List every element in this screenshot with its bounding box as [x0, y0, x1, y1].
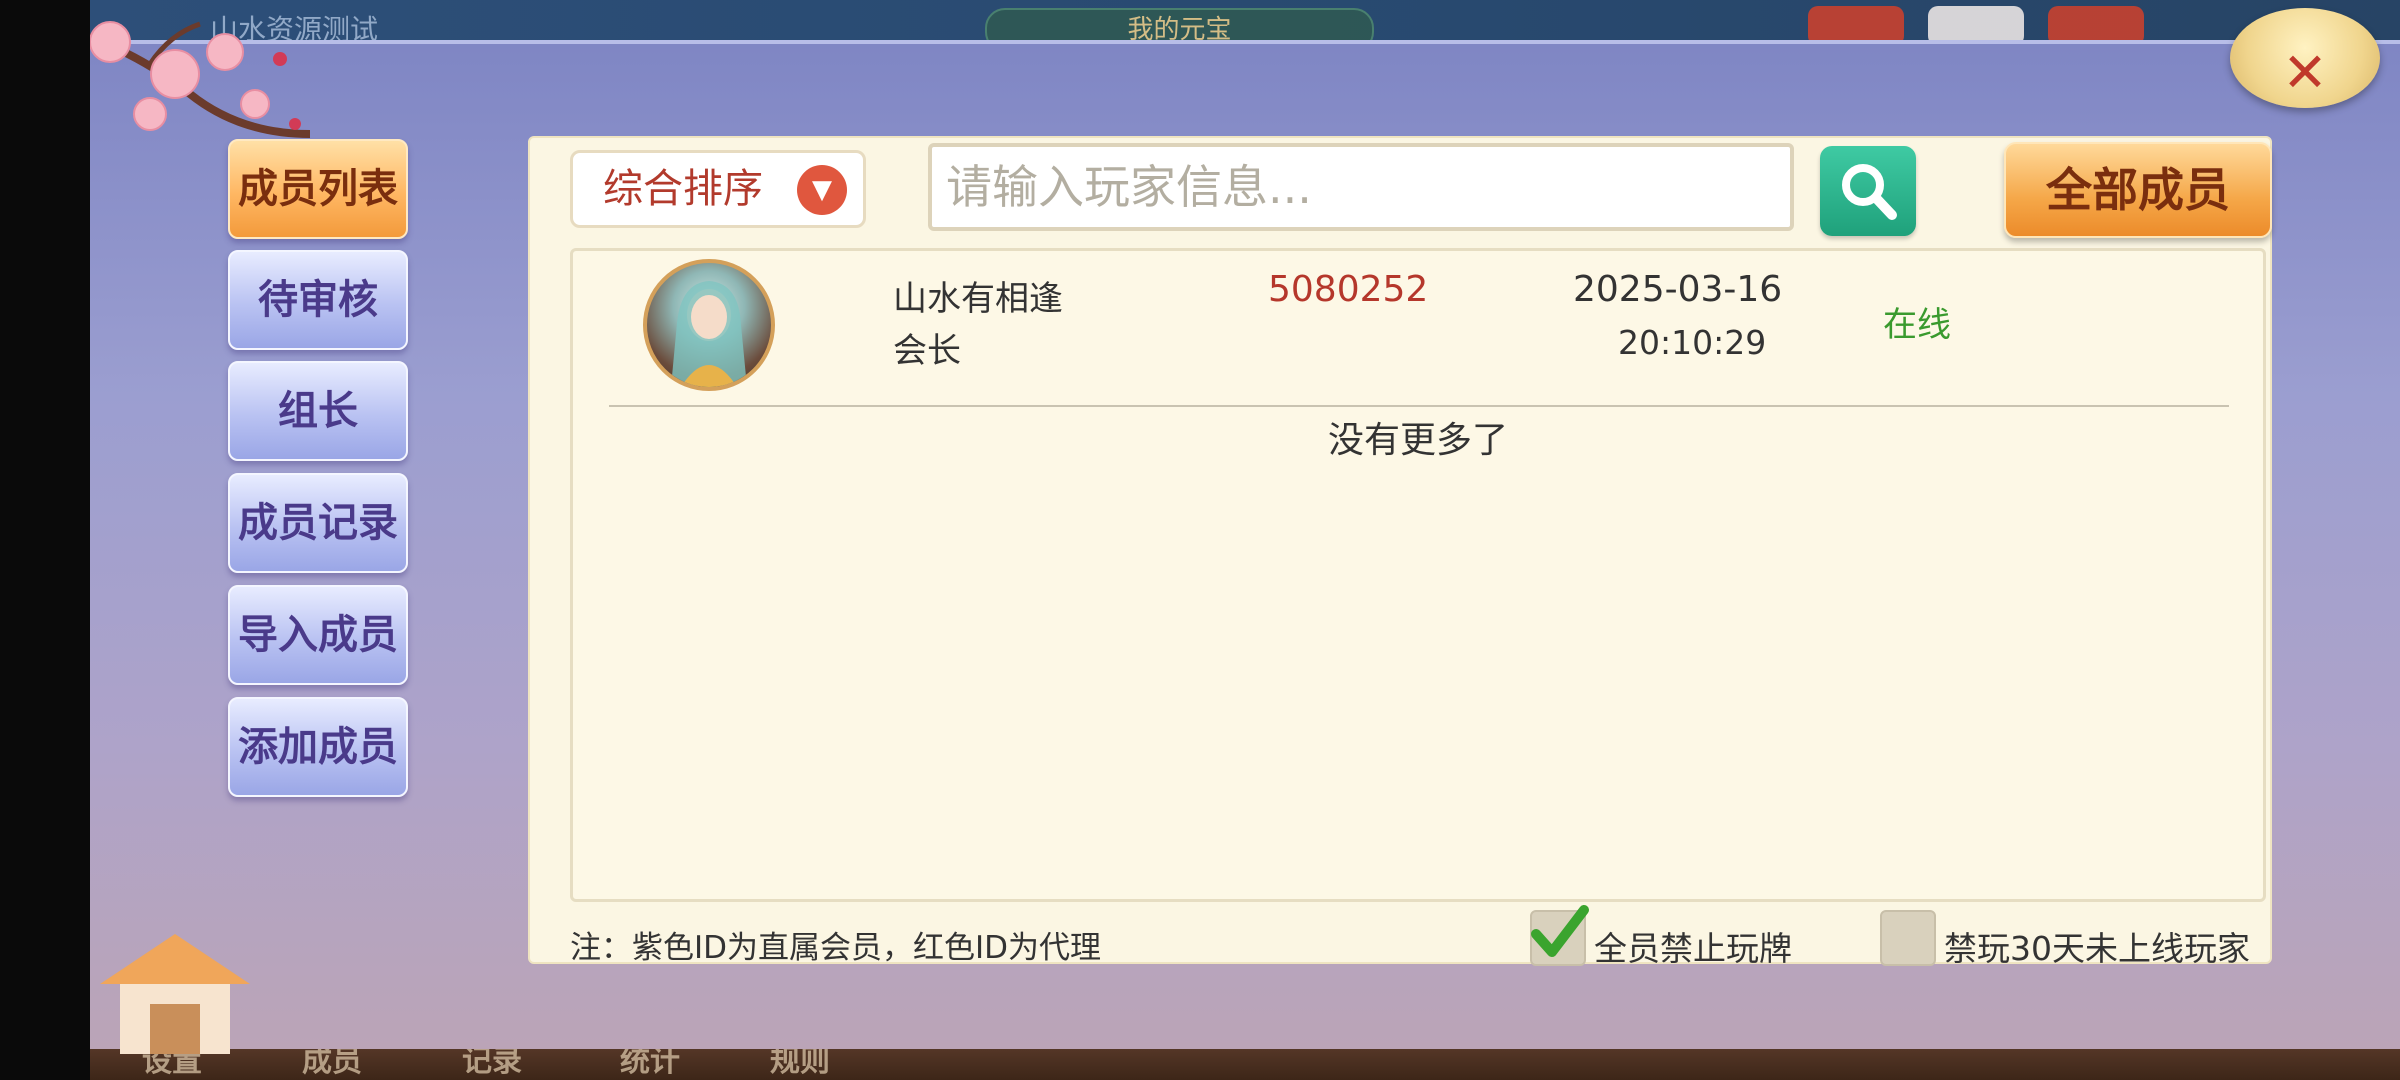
member-row[interactable]: 山水有相逢 会长 5080252 2025-03-16 20:10:29 在线 — [573, 251, 2263, 401]
close-icon: ✕ — [2282, 41, 2328, 104]
checkmark-icon — [1531, 905, 1589, 957]
menu-import-members[interactable]: 导入成员 — [228, 585, 408, 685]
ban-inactive-label: 禁玩30天未上线玩家 — [1944, 929, 2250, 968]
menu-member-list[interactable]: 成员列表 — [228, 139, 408, 239]
search-input[interactable] — [928, 143, 1794, 231]
member-role: 会长 — [893, 331, 961, 371]
game-screen: 山水资源测试 我的元宝 设置 成员 记录 统计 规则 ✕ 成员列表 待审核 组长… — [90, 0, 2400, 1080]
ban-all-checkbox[interactable] — [1530, 905, 1589, 966]
menu-member-records[interactable]: 成员记录 — [228, 473, 408, 573]
member-management-dialog: ✕ 成员列表 待审核 组长 成员记录 导入成员 添加成员 综合排序 ▼ 全部成员 — [90, 8, 2400, 1054]
menu-pending-review[interactable]: 待审核 — [228, 250, 408, 350]
row-divider — [609, 405, 2229, 407]
member-join-time: 20:10:29 — [1618, 323, 1767, 362]
search-button[interactable] — [1820, 146, 1916, 236]
id-color-note: 注：紫色ID为直属会员，红色ID为代理 — [570, 930, 1102, 966]
close-button[interactable]: ✕ — [2230, 8, 2380, 108]
all-members-button[interactable]: 全部成员 — [2004, 142, 2272, 238]
member-id: 5080252 — [1268, 269, 1429, 310]
member-panel: 综合排序 ▼ 全部成员 — [528, 136, 2272, 968]
status-badge: 在线 — [1883, 305, 1951, 345]
search-icon — [1842, 164, 1897, 220]
sort-label: 综合排序 — [603, 166, 763, 212]
list-end-text: 没有更多了 — [1327, 420, 1508, 461]
menu-group-leader[interactable]: 组长 — [228, 361, 408, 461]
member-name: 山水有相逢 — [893, 279, 1063, 319]
member-join-date: 2025-03-16 — [1573, 269, 1783, 310]
ban-inactive-checkbox[interactable] — [1880, 910, 1936, 966]
sort-dropdown[interactable]: 综合排序 ▼ — [570, 150, 866, 228]
pagoda-decoration — [100, 934, 250, 1054]
menu-add-member[interactable]: 添加成员 — [228, 697, 408, 797]
chevron-down-icon: ▼ — [797, 165, 847, 215]
avatar — [643, 259, 775, 391]
member-list: 山水有相逢 会长 5080252 2025-03-16 20:10:29 在线 … — [570, 248, 2266, 902]
ban-all-label: 全员禁止玩牌 — [1594, 929, 1792, 968]
background-top-bar: 山水资源测试 我的元宝 — [90, 0, 2400, 52]
